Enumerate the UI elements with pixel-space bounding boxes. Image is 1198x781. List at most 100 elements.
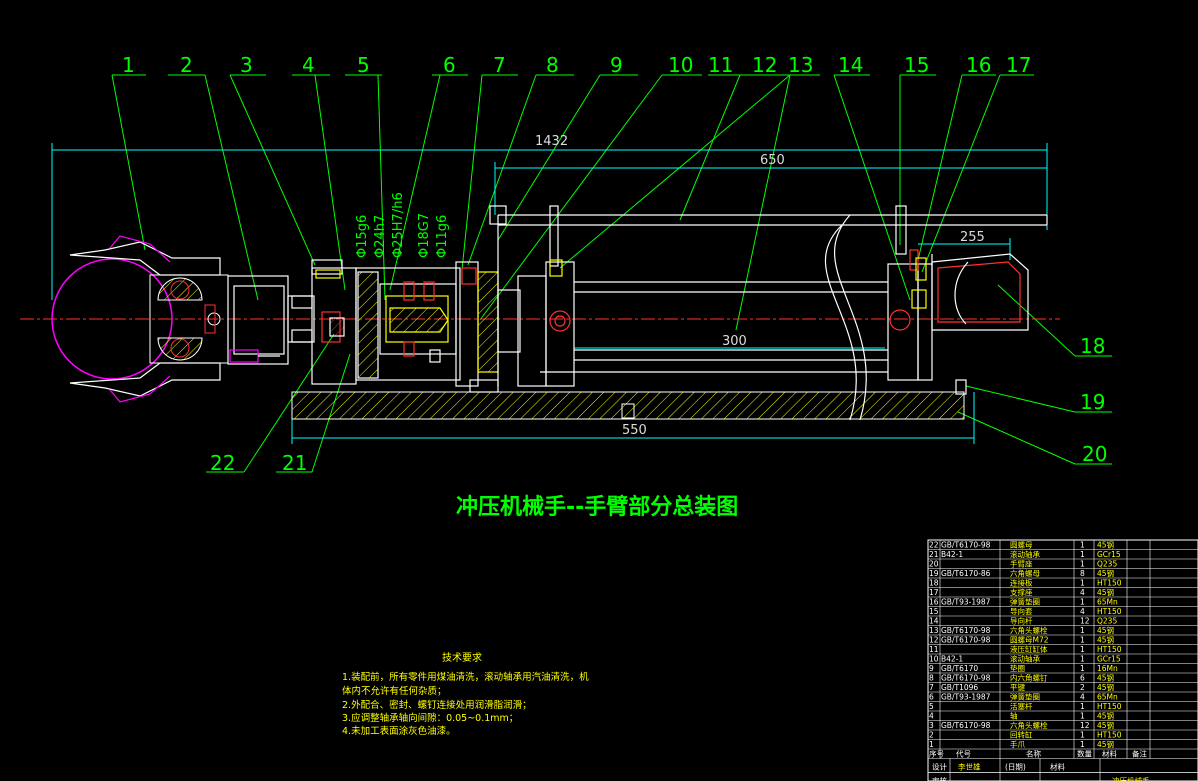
bom-row-no: 3: [929, 721, 934, 730]
bom-footer-designer: 李世雄: [958, 762, 981, 772]
bom-row-name: 圆螺母: [1010, 540, 1033, 550]
bom-row-material: 45钢: [1097, 568, 1114, 578]
bom-row-no: 5: [929, 702, 934, 711]
bom-row-no: 20: [929, 560, 939, 569]
bom-row-qty: 4: [1080, 607, 1085, 616]
bom-row-no: 1: [929, 740, 934, 749]
bom-row-material: HT150: [1097, 731, 1122, 740]
bom-row-qty: 1: [1080, 550, 1085, 559]
fit-1: Φ15g6: [355, 215, 370, 258]
callout-8: 8: [546, 53, 559, 77]
bom-row-no: 12: [929, 636, 939, 645]
bom-row-qty: 1: [1080, 626, 1085, 635]
rotary-cylinder: [227, 259, 357, 385]
bom-row-name: 活塞杆: [1010, 701, 1033, 711]
callout-15: 15: [904, 53, 929, 77]
bom-row-code: B42-1: [941, 655, 963, 664]
bom-row-qty: 1: [1080, 712, 1085, 721]
bom-row-qty: 1: [1080, 740, 1085, 749]
bom-row-code: GB/T6170-98: [941, 626, 991, 635]
bom-row-material: 45钢: [1097, 673, 1114, 683]
tech-line-4: 3.应调整轴承轴向间隙：0.05~0.1mm；: [342, 712, 518, 724]
bom-row-qty: 4: [1080, 693, 1085, 702]
callout-16: 16: [966, 53, 991, 77]
bom-row-no: 7: [929, 683, 934, 692]
bom-row-name: 垫圈: [1010, 663, 1025, 673]
bom-row-name: 内六角螺钉: [1010, 673, 1048, 683]
bom-row-qty: 12: [1080, 721, 1090, 730]
callout-20: 20: [1082, 442, 1107, 466]
bom-row-code: GB/T6170-98: [941, 721, 991, 730]
bom-row-qty: 1: [1080, 664, 1085, 673]
callout-11: 11: [708, 53, 733, 77]
bom-row-qty: 1: [1080, 702, 1085, 711]
bom-row-material: 16Mn: [1097, 664, 1118, 673]
bom-row-qty: 1: [1080, 731, 1085, 740]
dim-base: 550: [622, 423, 647, 438]
bom-row-material: 45钢: [1097, 682, 1114, 692]
bom-row-qty: 8: [1080, 569, 1085, 578]
bom-row-material: Q235: [1097, 617, 1117, 626]
bom-row-name: 导向杆: [1010, 616, 1033, 626]
dim-upper: 650: [760, 153, 785, 168]
bom-row-no: 17: [929, 588, 939, 597]
bom-row-material: 45钢: [1097, 540, 1114, 550]
bom-header-code: 代号: [956, 749, 971, 759]
bom-row-material: Q235: [1097, 560, 1117, 569]
bom-row-name: 连接板: [1010, 578, 1033, 588]
callout-21: 21: [282, 451, 307, 475]
bom-row-code: GB/T6170: [941, 664, 978, 673]
bom-footer-date: (日期): [1005, 763, 1026, 772]
bom-row-name: 滚动轴承: [1010, 654, 1040, 664]
bom-row-name: 液压缸缸体: [1010, 644, 1048, 654]
bom-row-qty: 1: [1080, 645, 1085, 654]
bom-row-name: 平键: [1010, 682, 1026, 692]
bom-row-qty: 6: [1080, 674, 1085, 683]
callout-13: 13: [788, 53, 813, 77]
bom-row-code: GB/T6170-86: [941, 569, 991, 578]
bom-row-name: 弹簧垫圈: [1010, 692, 1040, 702]
bom-row-code: GB/T6170-98: [941, 674, 991, 683]
bom-row-code: B42-1: [941, 550, 963, 559]
bom-row-material: 45钢: [1097, 625, 1114, 635]
fit-3: Φ25H7/h6: [391, 192, 406, 258]
bom-row-qty: 12: [1080, 617, 1090, 626]
callout-12: 12: [752, 53, 777, 77]
bom-row-no: 4: [929, 712, 934, 721]
bom-row-qty: 1: [1080, 560, 1085, 569]
tech-line-3: 2.外配合、密封、螺钉连接处用润滑脂润滑；: [342, 699, 532, 711]
bom-row-material: HT150: [1097, 702, 1122, 711]
fit-5: Φ11g6: [435, 215, 450, 258]
bom-footer-design-label: 设计: [932, 762, 947, 772]
callout-17: 17: [1006, 53, 1031, 77]
bom-row-material: HT150: [1097, 607, 1122, 616]
bom-row-material: 45钢: [1097, 711, 1114, 721]
tech-heading: 技术要求: [442, 651, 482, 664]
bom-row-name: 六角头螺栓: [1010, 625, 1048, 635]
callout-9: 9: [610, 53, 623, 77]
bom-row-no: 15: [929, 607, 939, 616]
bom-row-name: 回转缸: [1010, 730, 1033, 740]
bom-row-material: 65Mn: [1097, 693, 1118, 702]
bom-row-name: 弹簧垫圈: [1010, 597, 1040, 607]
bom-row-no: 6: [929, 693, 934, 702]
bom-row-qty: 2: [1080, 683, 1085, 692]
bom-row-material: 65Mn: [1097, 598, 1118, 607]
callout-10: 10: [668, 53, 693, 77]
drawing-title: 冲压机械手--手臂部分总装图: [456, 494, 738, 520]
bom-row-no: 2: [929, 731, 934, 740]
callout-3: 3: [240, 53, 253, 77]
callout-2: 2: [180, 53, 193, 77]
bom-row-name: 滚动轴承: [1010, 549, 1040, 559]
bom-row-qty: 1: [1080, 598, 1085, 607]
callout-18: 18: [1080, 334, 1105, 358]
bom-row-name: 轴: [1010, 711, 1018, 721]
callout-19: 19: [1080, 390, 1105, 414]
bom-row-material: GCr15: [1097, 655, 1121, 664]
callout-22: 22: [210, 451, 235, 475]
tech-requirements: 技术要求 1.装配前，所有零件用煤油清洗，滚动轴承用汽油清洗，机 体内不允许有任…: [342, 651, 589, 737]
bom-row-no: 13: [929, 626, 939, 635]
bom-row-no: 10: [929, 655, 939, 664]
bom-row-qty: 4: [1080, 588, 1085, 597]
bom-row-material: HT150: [1097, 645, 1122, 654]
